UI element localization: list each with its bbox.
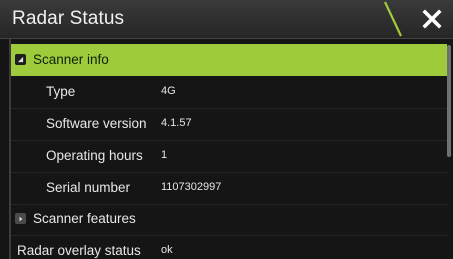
section-label: Scanner features	[33, 211, 136, 226]
item-label: Type	[46, 84, 76, 99]
expand-triangle-icon	[15, 213, 26, 224]
item-value: 4G	[161, 85, 176, 97]
list-item-serial-number[interactable]: Serial number 1107302997	[11, 172, 447, 204]
radar-status-dialog: Radar Status Scanner info Type 4G Softwa…	[0, 0, 453, 259]
status-list: Scanner info Type 4G Software version 4.…	[0, 39, 453, 259]
item-label: Radar overlay status	[17, 243, 141, 258]
list-item-radar-overlay-status[interactable]: Radar overlay status ok	[11, 235, 447, 259]
list-item-software-version[interactable]: Software version 4.1.57	[11, 108, 447, 140]
item-value: 4.1.57	[161, 117, 192, 129]
accent-slash-icon	[384, 1, 402, 37]
dialog-title: Radar Status	[12, 8, 125, 29]
collapse-triangle-icon	[15, 54, 26, 65]
item-value: 1	[161, 149, 168, 161]
scrollbar[interactable]	[447, 45, 451, 157]
item-label: Serial number	[46, 180, 131, 195]
list-item-type[interactable]: Type 4G	[11, 76, 447, 108]
close-button[interactable]	[410, 0, 453, 38]
title-bar: Radar Status	[0, 0, 453, 39]
item-value: ok	[161, 244, 173, 256]
section-scanner-info[interactable]: Scanner info	[11, 44, 447, 76]
item-label: Operating hours	[46, 148, 143, 163]
close-icon	[421, 9, 442, 29]
item-label: Software version	[46, 116, 147, 131]
section-scanner-features[interactable]: Scanner features	[11, 203, 447, 235]
section-label: Scanner info	[33, 52, 109, 67]
item-value: 1107302997	[161, 181, 222, 193]
list-item-operating-hours[interactable]: Operating hours 1	[11, 140, 447, 172]
